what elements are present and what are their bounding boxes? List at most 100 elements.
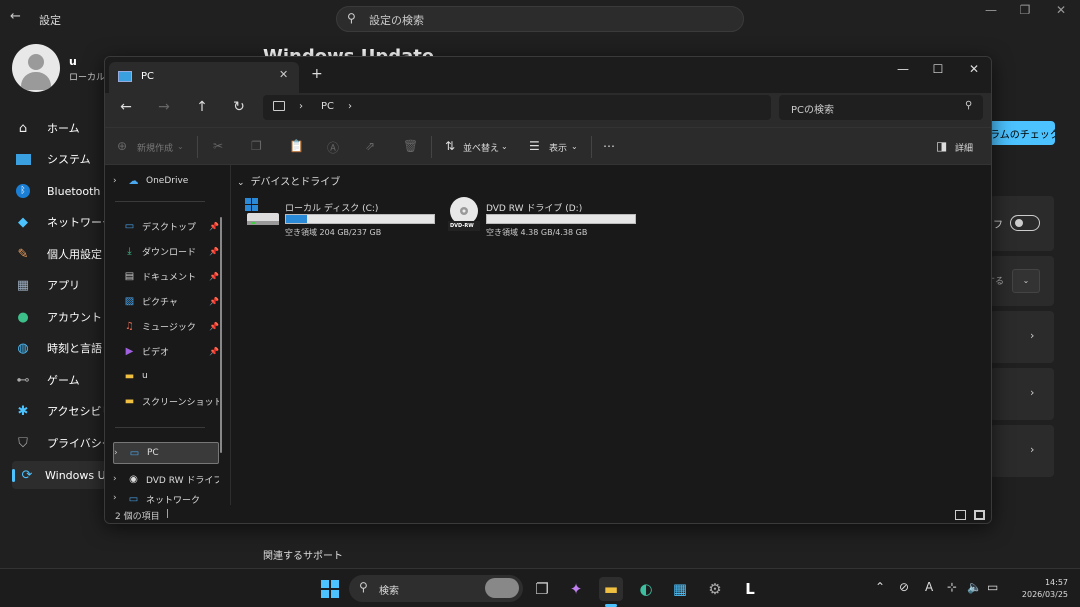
sidebar-scrollbar[interactable] (220, 217, 222, 453)
rename-icon[interactable]: Ⓐ (327, 139, 339, 156)
breadcrumb-pc[interactable]: PC (321, 101, 334, 112)
nav-item-home[interactable]: ⌂ ホーム (14, 114, 106, 142)
network-off-icon[interactable]: ⊘ (899, 580, 909, 594)
clock[interactable]: 14:57 2026/03/25 (1008, 577, 1068, 601)
maximize-icon[interactable]: ❐ (1010, 3, 1040, 17)
details-button[interactable]: 詳細 (955, 141, 973, 154)
close-tab-icon[interactable]: ✕ (279, 68, 288, 81)
nav-item-time-language[interactable]: ◍ 時刻と言語 (14, 334, 106, 362)
edge-icon[interactable]: ◐ (634, 577, 658, 601)
drive-d[interactable]: DVD-RW DVD RW ドライブ (D:) 空き領域 4.38 GB/4.3… (446, 197, 646, 239)
battery-icon[interactable]: ▭ (987, 580, 998, 594)
setting-card-2[interactable]: › (990, 368, 1054, 420)
avatar[interactable] (12, 44, 60, 92)
close-icon[interactable]: ✕ (1046, 3, 1076, 17)
details-view-icon[interactable] (955, 510, 966, 520)
cloud-icon: ☁ (128, 175, 139, 187)
pin-icon[interactable]: 📌 (209, 222, 219, 231)
pin-icon[interactable]: 📌 (209, 272, 219, 281)
sidebar-item-videos[interactable]: ▶ ビデオ 📌 (113, 340, 219, 362)
nav-item-network[interactable]: ◆ネットワークと (14, 208, 106, 236)
sidebar-item-dvd-drive[interactable]: › ◉ DVD RW ドライブ (113, 468, 219, 490)
copy-icon[interactable]: ❐ (251, 139, 262, 153)
large-icons-view-icon[interactable] (974, 510, 985, 520)
share-icon[interactable]: ⇗ (365, 139, 375, 153)
view-button[interactable]: 表示 (549, 141, 567, 154)
delete-icon[interactable]: 🗑 (403, 139, 418, 153)
back-arrow-icon[interactable]: ← (115, 99, 137, 115)
speaker-icon[interactable]: 🔈 (967, 580, 982, 594)
desktop-icon: ▭ (124, 220, 135, 232)
store-icon[interactable]: ▦ (668, 577, 692, 601)
sort-button[interactable]: 並べ替え (463, 141, 499, 154)
setting-card-dropdown[interactable]: する ⌄ (986, 256, 1054, 306)
address-bar[interactable]: › PC › (263, 95, 771, 120)
nav-item-apps[interactable]: ▦ アプリ (14, 271, 106, 299)
sidebar-item-downloads[interactable]: ⤓ ダウンロード 📌 (113, 240, 219, 262)
start-icon[interactable] (318, 577, 342, 601)
pin-icon[interactable]: 📌 (209, 347, 219, 356)
maximize-icon[interactable]: ☐ (920, 62, 956, 76)
paste-icon[interactable]: 📋 (289, 139, 304, 153)
taskbar-search-box[interactable]: ⚲ 検索 (349, 575, 523, 602)
related-support-heading: 関連するサポート (263, 551, 343, 562)
sidebar-item-network[interactable]: › ▭ ネットワーク (113, 493, 219, 505)
back-arrow-icon[interactable]: ← (10, 9, 21, 24)
nav-item-personalization[interactable]: ✎ 個人用設定 (14, 240, 106, 268)
nav-item-bluetooth[interactable]: ᛒBluetooth と (14, 177, 106, 205)
more-options-button[interactable]: … (603, 136, 615, 150)
clock-date: 2026/03/25 (1021, 590, 1068, 599)
chevron-right-icon[interactable]: › (113, 493, 125, 503)
pin-icon[interactable]: 📌 (209, 322, 219, 331)
check-updates-button[interactable]: ラムのチェック (988, 121, 1055, 145)
settings-gear-icon[interactable]: ⚙ (703, 577, 727, 601)
minimize-icon[interactable]: — (976, 3, 1006, 17)
chevron-right-icon[interactable]: › (114, 448, 126, 458)
drive-c[interactable]: ローカル ディスク (C:) 空き領域 204 GB/237 GB (245, 197, 445, 239)
sidebar-item-folder-u[interactable]: ▬ u (113, 365, 219, 387)
settings-search-box[interactable]: ⚲ 設定の検索 (336, 6, 744, 32)
search-input[interactable]: PCの検索 ⚲ (779, 95, 983, 120)
task-view-icon[interactable]: ❐ (530, 577, 554, 601)
wifi-status-icon[interactable]: ⊹ (947, 580, 957, 594)
sidebar-item-pc[interactable]: › ▭ PC (113, 442, 219, 464)
nav-item-system[interactable]: システム (14, 145, 106, 173)
chevron-right-icon[interactable]: › (348, 101, 352, 112)
chevron-up-icon[interactable]: ⌃ (875, 580, 885, 594)
close-icon[interactable]: ✕ (956, 62, 991, 76)
refresh-icon[interactable]: ↻ (228, 99, 250, 115)
add-tab-icon[interactable]: + (311, 66, 323, 82)
hdd-icon (245, 198, 279, 225)
pin-icon[interactable]: 📌 (209, 247, 219, 256)
chevron-right-icon[interactable]: › (113, 176, 125, 186)
file-explorer-taskbar-icon[interactable]: ▬ (599, 577, 623, 601)
pin-icon[interactable]: 📌 (209, 297, 219, 306)
copilot-icon[interactable]: ✦ (564, 577, 588, 601)
nav-item-privacy[interactable]: ⛉プライバシーと (14, 429, 106, 457)
sidebar-item-desktop[interactable]: ▭ デスクトップ 📌 (113, 215, 219, 237)
cut-icon[interactable]: ✂ (213, 139, 223, 153)
forward-arrow-icon[interactable]: → (153, 99, 175, 115)
new-button[interactable]: 新規作成 (137, 141, 173, 154)
sidebar-item-documents[interactable]: ▤ ドキュメント 📌 (113, 265, 219, 287)
sidebar-item-pictures[interactable]: ▨ ピクチャ 📌 (113, 290, 219, 312)
chevron-down-icon[interactable]: ⌄ (1012, 269, 1040, 293)
app-l-icon[interactable]: L (738, 577, 762, 601)
nav-item-accessibility[interactable]: ✱アクセシビリティ (14, 397, 106, 425)
sidebar-item-music[interactable]: ♫ ミュージック 📌 (113, 315, 219, 337)
sidebar-item-onedrive[interactable]: › ☁ OneDrive (113, 170, 219, 192)
minimize-icon[interactable]: — (885, 62, 921, 76)
nav-item-accounts[interactable]: ● アカウント (14, 303, 106, 331)
up-arrow-icon[interactable]: ↑ (191, 99, 213, 115)
tab-pc[interactable]: PC ✕ (109, 62, 299, 93)
group-header[interactable]: ⌄ デバイスとドライブ (237, 173, 340, 188)
setting-card-1[interactable]: › (990, 311, 1054, 363)
setting-card-3[interactable]: › (990, 425, 1054, 477)
nav-item-gaming[interactable]: ⊷ ゲーム (14, 366, 106, 394)
drive-free-space: 空き領域 204 GB/237 GB (285, 228, 382, 237)
nav-item-windows-update[interactable]: ⟳ Windows U (12, 461, 106, 489)
toggle-switch[interactable] (1010, 215, 1040, 231)
chevron-right-icon[interactable]: › (113, 474, 125, 484)
ime-indicator[interactable]: A (925, 580, 933, 594)
sidebar-item-screenshots[interactable]: ▬ スクリーンショット (113, 390, 219, 412)
